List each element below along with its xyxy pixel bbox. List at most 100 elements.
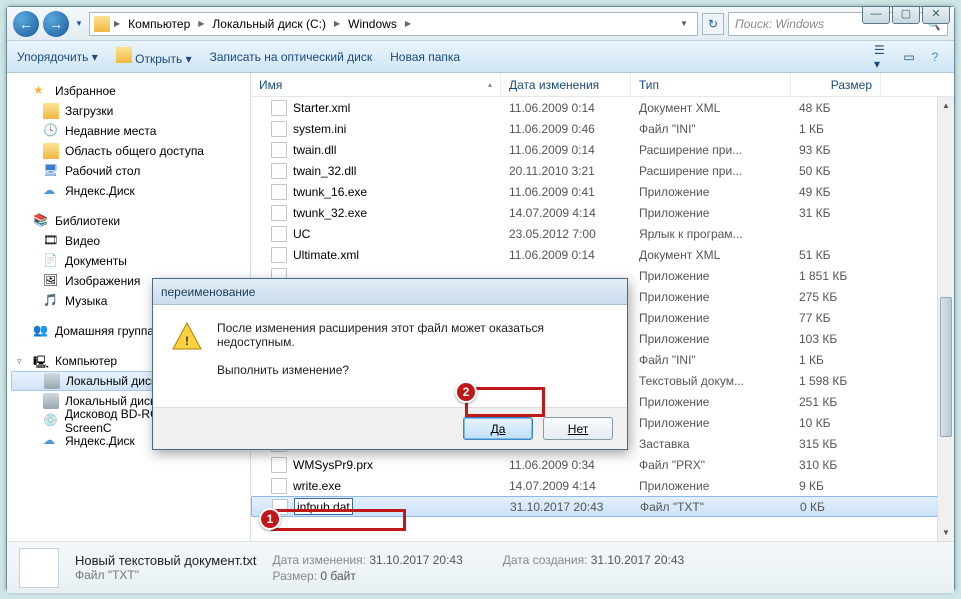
- file-icon: [271, 163, 287, 179]
- column-size[interactable]: Размер: [791, 73, 881, 96]
- file-date: 11.06.2009 0:46: [501, 122, 631, 136]
- sidebar-yandex[interactable]: ☁Яндекс.Диск: [7, 181, 250, 201]
- file-size: 48 КБ: [791, 101, 881, 115]
- minimize-button[interactable]: —: [862, 6, 890, 24]
- file-type: Приложение: [631, 479, 791, 493]
- warning-icon: !: [171, 321, 203, 353]
- nav-history-dropdown[interactable]: ▼: [73, 11, 85, 37]
- breadcrumb-windows[interactable]: Windows: [344, 13, 401, 35]
- file-date: 31.10.2017 20:43: [502, 500, 632, 514]
- view-options-button[interactable]: ☰ ▾: [874, 48, 892, 66]
- file-type: Документ XML: [631, 248, 791, 262]
- details-pane: Новый текстовый документ.txt Файл "TXT" …: [7, 541, 954, 593]
- file-row[interactable]: twunk_16.exe11.06.2009 0:41Приложение49 …: [251, 181, 954, 202]
- star-icon: ★: [33, 83, 49, 99]
- file-icon: [271, 205, 287, 221]
- file-type: Приложение: [631, 416, 791, 430]
- open-button[interactable]: Открыть ▾: [116, 47, 192, 66]
- file-name: write.exe: [293, 479, 341, 493]
- file-name: Starter.xml: [293, 101, 350, 115]
- forward-button[interactable]: →: [43, 11, 69, 37]
- yes-button[interactable]: Да: [463, 417, 533, 440]
- file-row[interactable]: Starter.xml11.06.2009 0:14Документ XML48…: [251, 97, 954, 118]
- computer-icon: 🖳: [33, 353, 49, 369]
- file-row[interactable]: infpub.dat31.10.2017 20:43Файл "TXT"0 КБ: [251, 496, 954, 517]
- file-row[interactable]: twain_32.dll20.11.2010 3:21Расширение пр…: [251, 160, 954, 181]
- file-size: 1 КБ: [791, 353, 881, 367]
- sidebar-desktop[interactable]: 🖥Рабочий стол: [7, 161, 250, 181]
- command-bar: Упорядочить ▾ Открыть ▾ Записать на опти…: [7, 41, 954, 73]
- preview-pane-button[interactable]: ▭: [900, 48, 918, 66]
- chevron-right-icon[interactable]: ▶: [198, 19, 204, 28]
- breadcrumb-disk[interactable]: Локальный диск (C:): [208, 13, 330, 35]
- organize-menu[interactable]: Упорядочить ▾: [17, 50, 98, 64]
- file-name: WMSysPr9.prx: [293, 458, 373, 472]
- file-type: Приложение: [631, 395, 791, 409]
- file-row[interactable]: Ultimate.xml11.06.2009 0:14Документ XML5…: [251, 244, 954, 265]
- scroll-down-arrow[interactable]: ▼: [938, 524, 954, 541]
- file-icon: [271, 226, 287, 242]
- file-name: system.ini: [293, 122, 346, 136]
- homegroup-icon: 👥: [33, 323, 49, 339]
- file-name: twain.dll: [293, 143, 336, 157]
- picture-icon: 🖼: [43, 273, 59, 289]
- file-name: twunk_16.exe: [293, 185, 367, 199]
- chevron-right-icon[interactable]: ▶: [334, 19, 340, 28]
- file-size: 315 КБ: [791, 437, 881, 451]
- video-icon: 🎞: [43, 233, 59, 249]
- file-date: 14.07.2009 4:14: [501, 206, 631, 220]
- file-row[interactable]: write.exe14.07.2009 4:14Приложение9 КБ: [251, 475, 954, 496]
- file-name: UC: [293, 227, 310, 241]
- sidebar-documents[interactable]: 📄Документы: [7, 251, 250, 271]
- file-row[interactable]: twunk_32.exe14.07.2009 4:14Приложение31 …: [251, 202, 954, 223]
- file-row[interactable]: WMSysPr9.prx11.06.2009 0:34Файл "PRX"310…: [251, 454, 954, 475]
- no-button[interactable]: Нет: [543, 417, 613, 440]
- file-type: Приложение: [631, 185, 791, 199]
- rename-input[interactable]: infpub.dat: [294, 498, 353, 515]
- file-row[interactable]: system.ini11.06.2009 0:46Файл "INI"1 КБ: [251, 118, 954, 139]
- vertical-scrollbar[interactable]: ▲ ▼: [937, 97, 954, 541]
- file-type: Расширение при...: [631, 164, 791, 178]
- file-icon: [271, 478, 287, 494]
- file-size: 77 КБ: [791, 311, 881, 325]
- file-type: Ярлык к програм...: [631, 227, 791, 241]
- refresh-button[interactable]: ↻: [702, 13, 724, 35]
- libraries-header[interactable]: 📚Библиотеки: [7, 211, 250, 231]
- back-button[interactable]: ←: [13, 11, 39, 37]
- column-headers: Имя▴ Дата изменения Тип Размер: [251, 73, 954, 97]
- file-row[interactable]: twain.dll11.06.2009 0:14Расширение при..…: [251, 139, 954, 160]
- sidebar-video[interactable]: 🎞Видео: [7, 231, 250, 251]
- open-icon: [116, 47, 132, 63]
- maximize-button[interactable]: ▢: [892, 6, 920, 24]
- sidebar-public[interactable]: Область общего доступа: [7, 141, 250, 161]
- new-folder-button[interactable]: Новая папка: [390, 50, 460, 64]
- chevron-right-icon[interactable]: ▶: [114, 19, 120, 28]
- file-size: 9 КБ: [791, 479, 881, 493]
- library-icon: 📚: [33, 213, 49, 229]
- file-icon: [271, 121, 287, 137]
- file-icon: [271, 247, 287, 263]
- chevron-right-icon[interactable]: ▶: [405, 19, 411, 28]
- file-icon: [271, 100, 287, 116]
- close-button[interactable]: ✕: [922, 6, 950, 24]
- sidebar-recent[interactable]: 🕓Недавние места: [7, 121, 250, 141]
- column-name[interactable]: Имя▴: [251, 73, 501, 96]
- breadcrumb-computer[interactable]: Компьютер: [124, 13, 194, 35]
- column-type[interactable]: Тип: [631, 73, 791, 96]
- file-icon: [271, 457, 287, 473]
- cloud-icon: ☁: [43, 433, 59, 449]
- file-date: 20.11.2010 3:21: [501, 164, 631, 178]
- file-row[interactable]: UC23.05.2012 7:00Ярлык к програм...: [251, 223, 954, 244]
- help-button[interactable]: ?: [926, 48, 944, 66]
- dialog-title[interactable]: переименование: [153, 279, 627, 305]
- address-dropdown[interactable]: ▼: [675, 19, 693, 28]
- file-type: Файл "INI": [631, 353, 791, 367]
- favorites-header[interactable]: ★Избранное: [7, 81, 250, 101]
- scroll-up-arrow[interactable]: ▲: [938, 97, 954, 114]
- column-date[interactable]: Дата изменения: [501, 73, 631, 96]
- scroll-thumb[interactable]: [940, 297, 952, 437]
- address-bar[interactable]: ▶ Компьютер ▶ Локальный диск (C:) ▶ Wind…: [89, 12, 698, 36]
- burn-button[interactable]: Записать на оптический диск: [210, 50, 373, 64]
- sidebar-downloads[interactable]: Загрузки: [7, 101, 250, 121]
- file-size: 93 КБ: [791, 143, 881, 157]
